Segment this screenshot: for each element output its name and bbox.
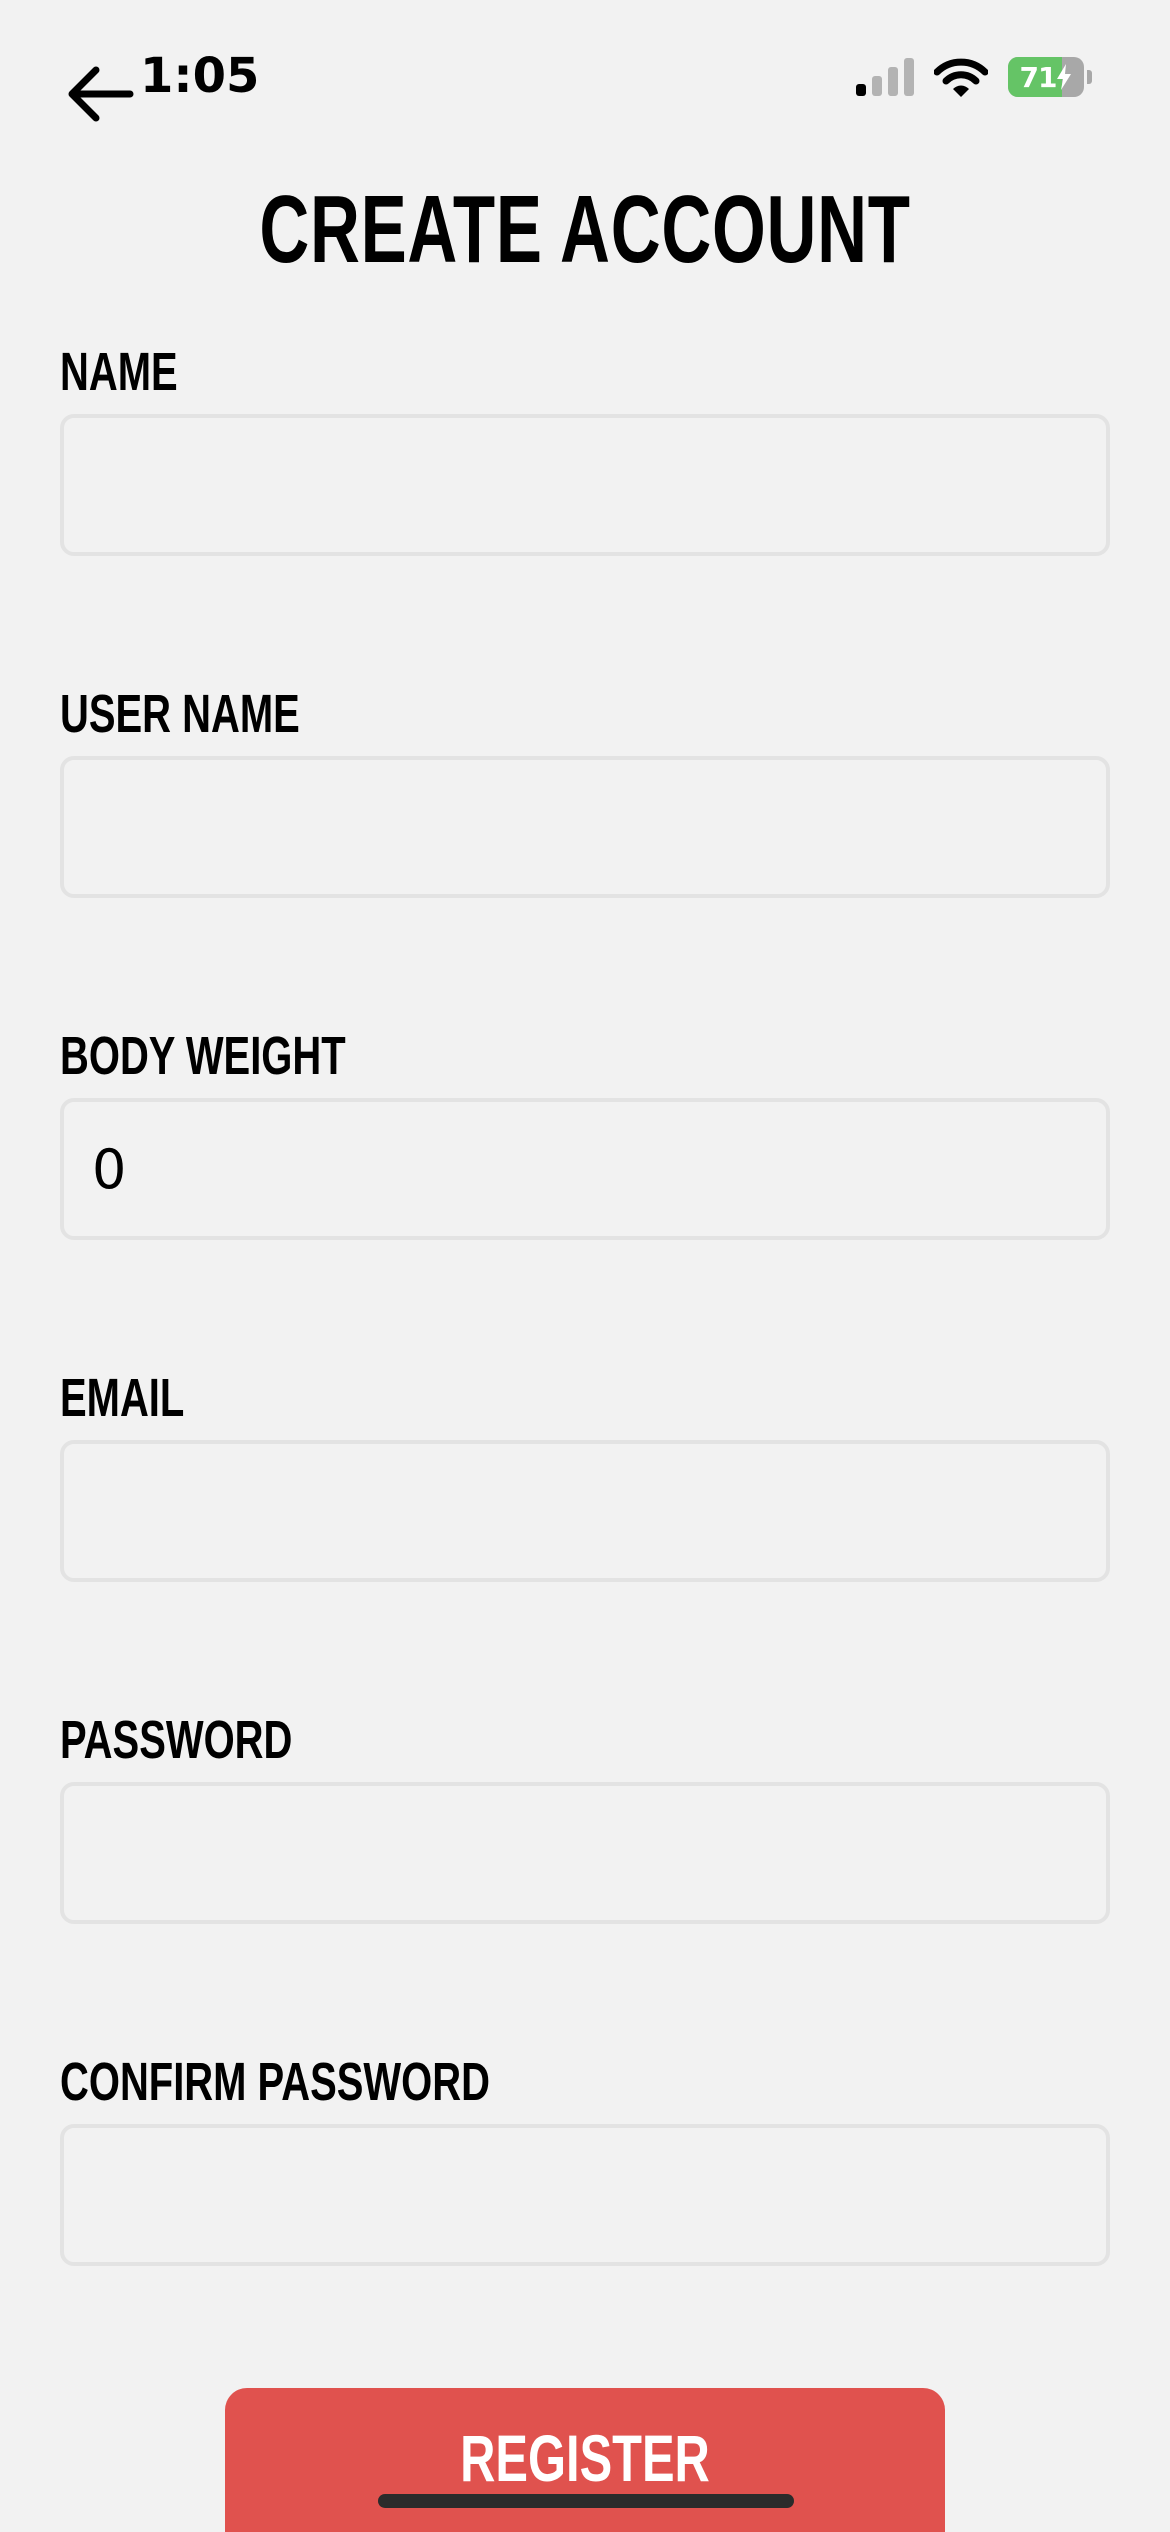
name-label: NAME — [60, 342, 178, 402]
home-indicator[interactable] — [378, 2494, 794, 2508]
status-time: 1:05 — [140, 48, 260, 104]
username-input[interactable] — [60, 756, 1110, 898]
email-label: EMAIL — [60, 1368, 185, 1428]
register-label: REGISTER — [460, 2421, 710, 2495]
name-input[interactable] — [60, 414, 1110, 556]
password-label: PASSWORD — [60, 1710, 293, 1770]
battery-cap — [1087, 70, 1092, 84]
body-weight-input[interactable] — [60, 1098, 1110, 1240]
register-button[interactable]: REGISTER — [225, 2388, 945, 2532]
battery-level: 71 — [1019, 60, 1058, 94]
create-account-screen: 1:05 71 CREATE ACCOUNT NAME USER NAME BO… — [0, 0, 1170, 2532]
wifi-icon — [933, 58, 989, 98]
cellular-signal-icon — [856, 58, 914, 96]
username-label: USER NAME — [60, 684, 300, 744]
battery-charging-icon: 71 — [1008, 57, 1092, 97]
confirm-password-label: CONFIRM PASSWORD — [60, 2052, 490, 2112]
confirm-password-input[interactable] — [60, 2124, 1110, 2266]
password-input[interactable] — [60, 1782, 1110, 1924]
email-input[interactable] — [60, 1440, 1110, 1582]
charging-bolt-icon — [1057, 64, 1072, 90]
back-arrow-icon[interactable] — [66, 64, 136, 124]
body-weight-label: BODY WEIGHT — [60, 1026, 346, 1086]
page-title: CREATE ACCOUNT — [259, 176, 911, 283]
